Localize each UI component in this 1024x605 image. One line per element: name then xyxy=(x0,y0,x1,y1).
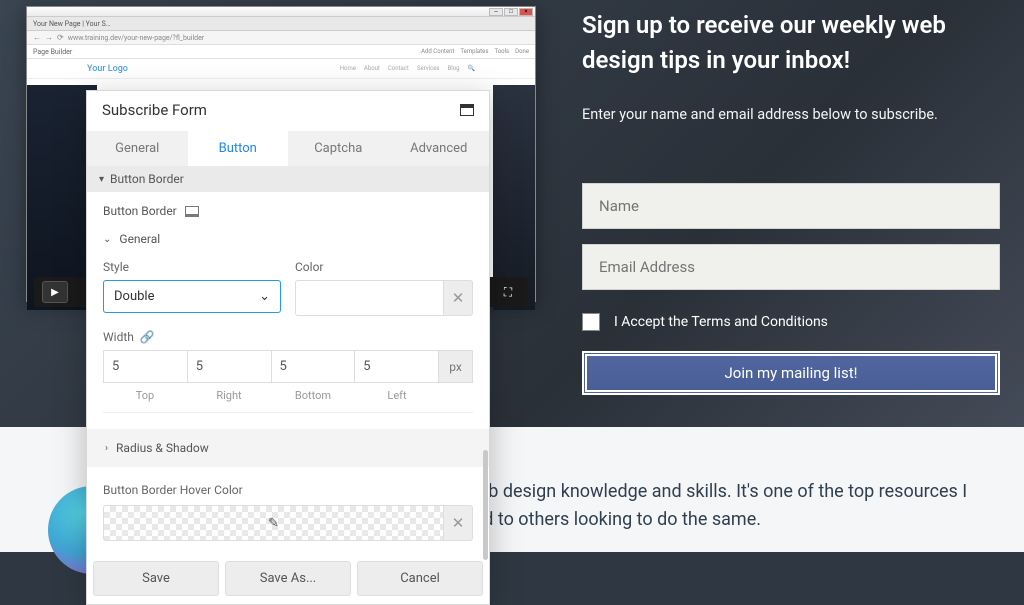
page-builder-bar: Page Builder Add Content Templates Tools… xyxy=(27,45,535,59)
tab-captcha[interactable]: Captcha xyxy=(288,131,389,166)
browser-url-bar: ← → ⟳ www.training.dev/your-new-page/?fl… xyxy=(27,31,535,45)
hover-color-swatch[interactable]: ✎ xyxy=(103,505,443,541)
width-inputs: px xyxy=(103,350,473,383)
radius-shadow-section[interactable]: › Radius & Shadow xyxy=(87,429,489,467)
tab-general[interactable]: General xyxy=(87,131,188,166)
side-top: Top xyxy=(103,389,187,402)
side-bottom: Bottom xyxy=(271,389,355,402)
browser-tab[interactable]: Your New Page | Your S… xyxy=(33,20,110,28)
sub-general-header[interactable]: ⌄ General xyxy=(103,232,473,246)
unit-label: px xyxy=(439,350,473,383)
link-icon[interactable]: 🔗 xyxy=(140,330,155,344)
page-builder-label: Page Builder xyxy=(33,48,72,56)
back-icon[interactable]: ← xyxy=(33,33,41,42)
cancel-button[interactable]: Cancel xyxy=(357,561,483,596)
nav-contact[interactable]: Contact xyxy=(388,65,409,72)
panel-scrollbar[interactable] xyxy=(483,450,488,560)
color-swatch[interactable] xyxy=(295,280,443,316)
action-tools[interactable]: Tools xyxy=(494,48,509,55)
clear-color-button[interactable]: ✕ xyxy=(443,280,473,316)
maximize-button[interactable]: □ xyxy=(504,8,518,16)
signup-form: I Accept the Terms and Conditions Join m… xyxy=(582,183,1000,395)
width-label: Width xyxy=(103,330,134,344)
width-bottom-input[interactable] xyxy=(272,350,356,383)
panel-footer: Save Save As... Cancel xyxy=(87,553,489,604)
close-button[interactable]: × xyxy=(519,8,533,16)
marketing-column: Sign up to receive our weekly web design… xyxy=(582,8,1000,395)
panel-title: Subscribe Form xyxy=(102,101,207,119)
color-label: Color xyxy=(295,260,473,274)
email-field[interactable] xyxy=(582,244,1000,290)
forward-icon[interactable]: → xyxy=(45,33,53,42)
play-button[interactable]: ▶ xyxy=(42,281,68,303)
popout-icon[interactable] xyxy=(460,104,474,116)
marketing-subtext: Enter your name and email address below … xyxy=(582,106,1000,123)
style-label: Style xyxy=(103,260,281,274)
site-header: Your Logo Home About Contact Services Bl… xyxy=(27,59,535,79)
radius-label: Radius & Shadow xyxy=(116,441,209,455)
url-text[interactable]: www.training.dev/your-new-page/?fl_build… xyxy=(68,34,204,42)
join-button[interactable]: Join my mailing list! xyxy=(582,351,1000,395)
browser-titlebar: ‒ □ × xyxy=(27,7,535,17)
nav-about[interactable]: About xyxy=(364,65,380,72)
style-value: Double xyxy=(114,289,154,304)
tab-advanced[interactable]: Advanced xyxy=(389,131,490,166)
consent-row: I Accept the Terms and Conditions xyxy=(582,313,1000,331)
chevron-down-icon: ⌄ xyxy=(259,289,270,304)
chevron-right-icon: › xyxy=(105,443,108,454)
hover-color-label: Button Border Hover Color xyxy=(103,483,473,497)
action-templates[interactable]: Templates xyxy=(460,48,488,55)
border-label-row: Button Border xyxy=(103,204,473,218)
chevron-down-icon: ▾ xyxy=(99,174,104,185)
consent-checkbox[interactable] xyxy=(582,313,600,331)
section-title: Button Border xyxy=(110,172,184,186)
browser-tab-row: Your New Page | Your S… xyxy=(27,17,535,31)
sub-general-label: General xyxy=(119,232,160,246)
width-right-input[interactable] xyxy=(188,350,272,383)
save-button[interactable]: Save xyxy=(93,561,219,596)
border-label: Button Border xyxy=(103,204,177,218)
minimize-button[interactable]: ‒ xyxy=(489,8,503,16)
width-top-input[interactable] xyxy=(103,350,188,383)
chevron-down-icon: ⌄ xyxy=(103,234,111,245)
marketing-heading: Sign up to receive our weekly web design… xyxy=(582,8,1000,78)
desktop-icon[interactable] xyxy=(185,206,199,217)
name-field[interactable] xyxy=(582,183,1000,229)
search-icon[interactable]: 🔍 xyxy=(468,65,475,72)
side-right: Right xyxy=(187,389,271,402)
action-add-content[interactable]: Add Content xyxy=(421,48,454,55)
tab-button[interactable]: Button xyxy=(188,131,289,166)
nav-home[interactable]: Home xyxy=(340,65,356,72)
nav-services[interactable]: Services xyxy=(417,65,440,72)
site-logo: Your Logo xyxy=(87,64,128,74)
panel-tabs: General Button Captcha Advanced xyxy=(87,131,489,166)
panel-body: Button Border ⌄ General Style Double ⌄ C… xyxy=(87,192,489,553)
reload-icon[interactable]: ⟳ xyxy=(57,33,64,42)
settings-panel: Subscribe Form General Button Captcha Ad… xyxy=(86,90,490,605)
fullscreen-icon[interactable]: ⛶ xyxy=(496,282,520,302)
eyedropper-icon[interactable]: ✎ xyxy=(268,516,279,531)
consent-label: I Accept the Terms and Conditions xyxy=(614,314,828,330)
clear-hover-color-button[interactable]: ✕ xyxy=(443,505,473,541)
section-button-border[interactable]: ▾ Button Border xyxy=(87,166,489,192)
nav-blog[interactable]: Blog xyxy=(448,65,460,72)
width-left-input[interactable] xyxy=(355,350,439,383)
save-as-button[interactable]: Save As... xyxy=(225,561,351,596)
side-left: Left xyxy=(355,389,439,402)
action-done[interactable]: Done xyxy=(515,48,529,55)
panel-header: Subscribe Form xyxy=(87,91,489,131)
style-select[interactable]: Double ⌄ xyxy=(103,280,281,313)
